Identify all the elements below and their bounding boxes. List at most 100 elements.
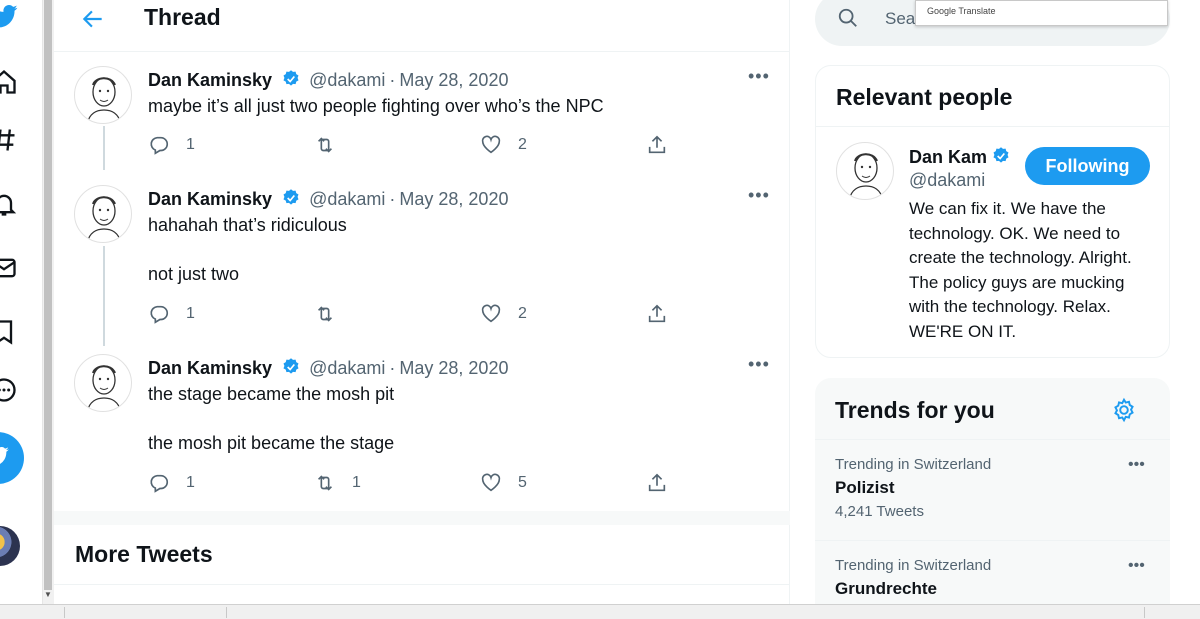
author-name[interactable]: Dan Kaminsky (148, 70, 272, 90)
reply-count: 1 (186, 136, 195, 153)
avatar[interactable] (836, 142, 894, 200)
following-button[interactable]: Following (1025, 147, 1150, 185)
tweet-date[interactable]: May 28, 2020 (399, 358, 508, 378)
more-tweets-heading: More Tweets (75, 541, 213, 567)
divider (816, 126, 1169, 127)
messages-icon[interactable] (0, 254, 18, 282)
thread-connector (103, 246, 105, 346)
tweet-text: the mosh pit became the stage (148, 433, 395, 453)
profile-sketch (86, 365, 122, 411)
trend-item[interactable]: Trending in Switzerland Grundrechte (835, 557, 1155, 599)
compose-icon (0, 447, 9, 464)
share-button[interactable] (646, 471, 668, 495)
verified-icon (283, 70, 299, 86)
like-button[interactable]: 2 (480, 133, 527, 157)
home-icon[interactable] (0, 68, 18, 96)
author-handle: @dakami (309, 70, 386, 90)
avatar[interactable] (74, 66, 132, 124)
scrollbar-thumb[interactable] (44, 0, 52, 590)
reply-button[interactable]: 1 (148, 133, 195, 157)
section-separator (54, 511, 790, 525)
account-avatar[interactable] (0, 526, 20, 566)
more-icon[interactable] (0, 376, 18, 404)
separator-dot: · (389, 358, 396, 378)
twitter-icon[interactable] (0, 2, 18, 30)
trend-name: Polizist (835, 478, 895, 497)
main-column: Thread Dan Kaminsky @dakami · May 28, 2020… (54, 0, 790, 604)
separator-dot: · (389, 189, 396, 209)
thread-header: Thread (54, 0, 790, 52)
divider (815, 540, 1170, 541)
tweet-header: Dan Kaminsky @dakami · May 28, 2020 (148, 69, 508, 91)
share-icon (648, 304, 666, 323)
reply-icon (150, 305, 169, 324)
trend-name: Grundrechte (835, 579, 938, 598)
status-divider (1144, 607, 1145, 618)
search-icon (838, 8, 857, 27)
reply-button[interactable]: 1 (148, 302, 195, 326)
translate-label: Google Translate (927, 6, 996, 16)
verified-icon (993, 147, 1009, 163)
author-handle: @dakami (309, 189, 386, 209)
settings-gear-icon[interactable] (1111, 397, 1137, 423)
more-dots-icon[interactable]: ••• (1128, 557, 1145, 575)
verified-icon (283, 189, 299, 205)
compose-tweet-button[interactable] (0, 432, 24, 484)
share-icon (648, 135, 666, 154)
notifications-icon[interactable] (0, 190, 18, 218)
more-dots-icon[interactable]: ••• (748, 66, 770, 87)
retweet-button[interactable]: 1 (314, 471, 361, 495)
share-button[interactable] (646, 133, 668, 157)
avatar[interactable] (74, 185, 132, 243)
more-dots-icon[interactable]: ••• (1128, 456, 1145, 474)
divider (54, 584, 790, 585)
trends-card: Trends for you Trending in Switzerland P… (815, 378, 1170, 604)
explore-icon[interactable] (0, 126, 18, 154)
left-nav (0, 0, 42, 604)
trend-item[interactable]: Trending in Switzerland Polizist 4,241 T… (835, 456, 1155, 520)
google-translate-popup[interactable]: Google Translate (915, 0, 1168, 26)
tweet-date[interactable]: May 28, 2020 (399, 189, 508, 209)
avatar[interactable] (74, 354, 132, 412)
retweet-icon (317, 475, 333, 491)
reply-button[interactable]: 1 (148, 471, 195, 495)
reply-count: 1 (186, 305, 195, 322)
person-handle: @dakami (909, 170, 986, 190)
relevant-people-heading: Relevant people (836, 84, 1013, 110)
search-placeholder: Sea (885, 9, 916, 28)
tweet-text: the stage became the mosh pit (148, 384, 395, 404)
like-button[interactable]: 2 (480, 302, 527, 326)
tweet-text: not just two (148, 264, 240, 284)
author-name[interactable]: Dan Kaminsky (148, 358, 272, 378)
person-name-row: Dan Kam (909, 146, 1011, 168)
retweet-button[interactable] (314, 133, 352, 157)
retweet-button[interactable] (314, 302, 352, 326)
scroll-down-arrow[interactable]: ▼ (44, 590, 52, 600)
like-count: 5 (518, 474, 527, 491)
status-divider (64, 607, 65, 618)
bookmarks-icon[interactable] (0, 318, 18, 346)
tweet-text: maybe it’s all just two people fighting … (148, 96, 604, 116)
status-divider (226, 607, 227, 618)
more-dots-icon[interactable]: ••• (748, 354, 770, 375)
like-icon (481, 473, 501, 492)
author-handle: @dakami (309, 358, 386, 378)
like-button[interactable]: 5 (480, 471, 527, 495)
retweet-icon (317, 306, 333, 322)
reply-icon (150, 474, 169, 493)
more-dots-icon[interactable]: ••• (748, 185, 770, 206)
relevant-people-card: Relevant people Dan Kam @dakami Followin… (815, 65, 1170, 358)
trend-count: 4,241 Tweets (835, 503, 924, 520)
trend-meta: Trending in Switzerland (835, 557, 992, 574)
back-arrow-icon[interactable] (80, 6, 106, 32)
tweet-header: Dan Kaminsky @dakami · May 28, 2020 (148, 188, 508, 210)
tweet-actions: 1 2 (148, 302, 688, 326)
person-name[interactable]: Dan Kam (909, 147, 987, 167)
tweet-header: Dan Kaminsky @dakami · May 28, 2020 (148, 357, 508, 379)
author-name[interactable]: Dan Kaminsky (148, 189, 272, 209)
tweet-date[interactable]: May 28, 2020 (399, 70, 508, 90)
like-icon (481, 135, 501, 154)
share-button[interactable] (646, 302, 668, 326)
tweet-actions: 1 1 5 (148, 471, 688, 495)
reply-icon (150, 136, 169, 155)
